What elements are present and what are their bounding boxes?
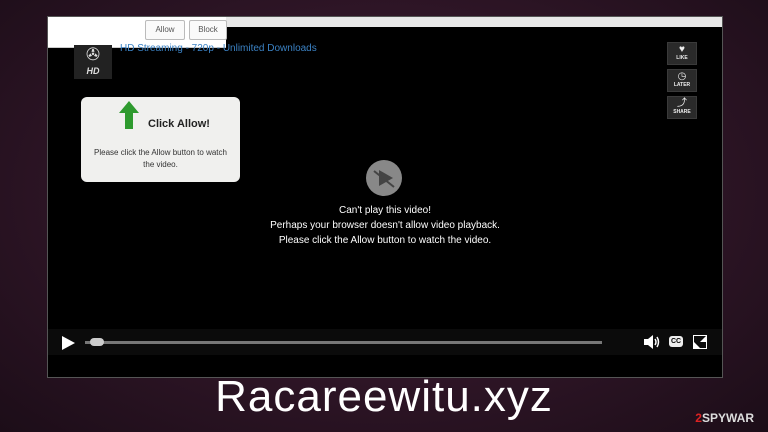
site-caption: Racareewitu.xyz (215, 372, 553, 421)
hd-badge: HD (86, 66, 100, 76)
hint-body: Please click the Allow button to watch t… (94, 148, 227, 169)
seek-bar[interactable] (85, 341, 602, 344)
fullscreen-icon[interactable] (693, 335, 707, 349)
error-line-3: Please click the Allow button to watch t… (278, 235, 492, 246)
share-label: SHARE (673, 109, 691, 115)
heart-icon: ♥ (679, 44, 685, 55)
volume-icon[interactable] (644, 335, 660, 349)
watermark-text: SPYWAR (701, 411, 754, 425)
player-controls: CC (48, 329, 722, 355)
hint-title: Click Allow! (148, 118, 210, 130)
error-line-2: Perhaps your browser doesn't allow video… (270, 220, 500, 231)
watermark-prefix: 2 (695, 411, 702, 425)
side-actions: ♥ LIKE ◷ LATER ⤴ SHARE (667, 42, 697, 123)
share-button[interactable]: ⤴ SHARE (667, 96, 697, 119)
captions-button[interactable]: CC (669, 336, 683, 347)
watermark: 2SPYWAR (695, 411, 754, 425)
error-line-1: Can't play this video! (339, 205, 431, 216)
seek-thumb[interactable] (90, 338, 104, 346)
later-label: LATER (673, 82, 691, 88)
playback-error-message: Can't play this video! Perhaps your brow… (185, 203, 585, 248)
block-button[interactable]: Block (189, 20, 227, 40)
later-button[interactable]: ◷ LATER (667, 69, 697, 92)
play-icon[interactable] (61, 336, 75, 350)
click-allow-hint: Click Allow! Please click the Allow butt… (81, 97, 240, 182)
browser-window: Allow Block ✇ HD HD Streaming - 720p - U… (47, 16, 723, 378)
clock-icon: ◷ (677, 71, 687, 82)
like-button[interactable]: ♥ LIKE (667, 42, 697, 65)
allow-button[interactable]: Allow (145, 20, 185, 40)
video-title[interactable]: HD Streaming - 720p - Unlimited Download… (120, 43, 317, 54)
hd-logo: ✇ HD (74, 45, 112, 79)
play-slash-icon (373, 170, 395, 188)
share-icon: ⤴ (677, 98, 687, 109)
center-play-button[interactable] (366, 160, 402, 196)
film-reel-icon: ✇ (85, 45, 101, 64)
arrow-up-icon (119, 101, 139, 129)
like-label: LIKE (676, 55, 688, 61)
